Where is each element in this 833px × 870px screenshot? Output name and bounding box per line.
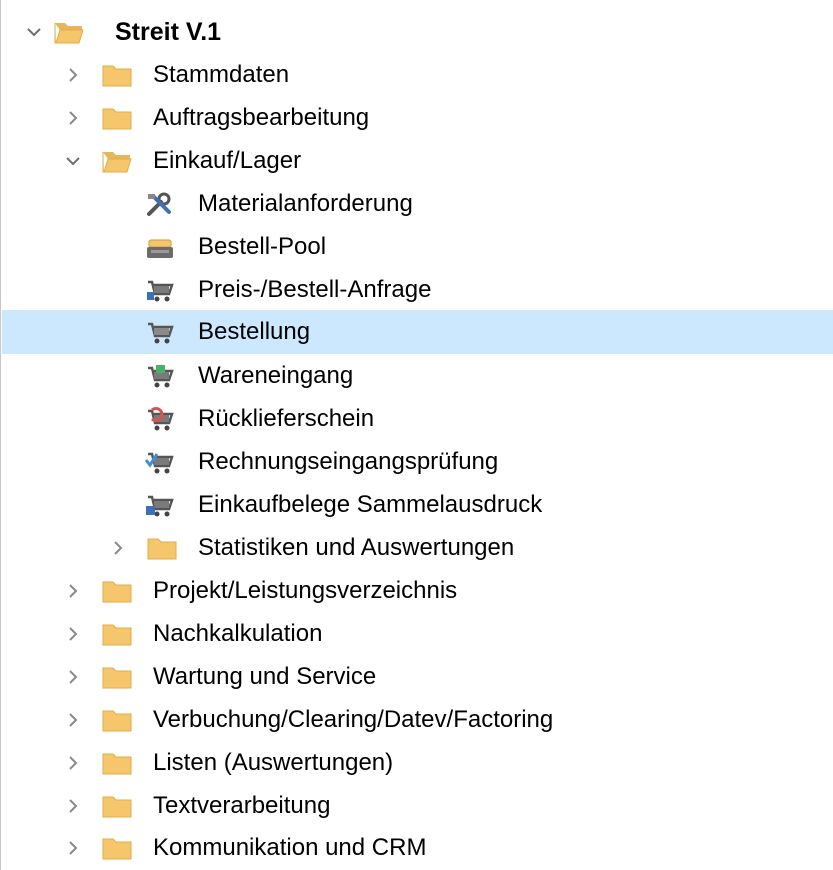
tree-node-rechnungseingangspruefung[interactable]: Rechnungseingangsprüfung	[2, 441, 833, 484]
tree-node-label: Bestellung	[198, 318, 311, 345]
tree-node-stammdaten[interactable]: Stammdaten	[2, 54, 833, 97]
chevron-right-icon[interactable]	[65, 839, 81, 857]
chevron-right-icon[interactable]	[110, 539, 126, 557]
tree-node-materialanforderung[interactable]: Materialanforderung	[2, 183, 833, 226]
tree-node-label: Stammdaten	[153, 61, 290, 88]
cart-red-icon	[145, 407, 175, 433]
folder-icon	[102, 708, 132, 734]
folder-icon	[102, 751, 132, 777]
chevron-right-icon[interactable]	[65, 754, 81, 772]
pool-tray-icon	[145, 235, 175, 261]
tree-node-label: Projekt/Leistungsverzeichnis	[153, 577, 458, 604]
tree-node-statistiken[interactable]: Statistiken und Auswertungen	[2, 527, 833, 570]
tree-node-auftragsbearbeitung[interactable]: Auftragsbearbeitung	[2, 97, 833, 140]
tree-node-ruecklieferschein[interactable]: Rücklieferschein	[2, 398, 833, 441]
tree-node-root[interactable]: Streit V.1	[2, 11, 833, 54]
folder-icon	[102, 622, 132, 648]
tree-node-bestell-pool[interactable]: Bestell-Pool	[2, 226, 833, 269]
tree-node-einkauf-lager[interactable]: Einkauf/Lager	[2, 140, 833, 183]
folder-icon	[102, 665, 132, 691]
tree-view: Streit V.1 Stammdaten Auftragsbearbeitun…	[0, 0, 833, 870]
folder-icon	[102, 794, 132, 820]
chevron-right-icon[interactable]	[65, 66, 81, 84]
tree-node-wareneingang[interactable]: Wareneingang	[2, 355, 833, 398]
tree-node-label: Rechnungseingangsprüfung	[198, 448, 499, 475]
tree-node-label: Wareneingang	[198, 362, 354, 389]
folder-icon	[102, 836, 132, 862]
cart-check-icon	[145, 450, 175, 476]
folder-icon	[102, 579, 132, 605]
folder-icon	[102, 63, 132, 89]
cart-print-icon	[145, 493, 175, 519]
cart-green-icon	[145, 364, 175, 390]
tree-node-label: Kommunikation und CRM	[153, 834, 427, 861]
tree-node-bestellung[interactable]: Bestellung	[2, 310, 833, 354]
tools-icon	[145, 192, 175, 218]
chevron-right-icon[interactable]	[65, 109, 81, 127]
tree-node-wartung[interactable]: Wartung und Service	[2, 656, 833, 699]
chevron-right-icon[interactable]	[65, 582, 81, 600]
folder-open-icon	[102, 149, 132, 175]
tree-node-listen[interactable]: Listen (Auswertungen)	[2, 742, 833, 785]
tree-node-label: Bestell-Pool	[198, 233, 327, 260]
chevron-down-icon[interactable]	[26, 23, 42, 41]
tree-node-kommunikation[interactable]: Kommunikation und CRM	[2, 827, 833, 870]
chevron-down-icon[interactable]	[65, 152, 81, 170]
tree-node-label: Textverarbeitung	[153, 792, 331, 819]
tree-node-label: Verbuchung/Clearing/Datev/Factoring	[153, 706, 554, 733]
tree-node-label: Rücklieferschein	[198, 405, 375, 432]
folder-icon	[102, 106, 132, 132]
tree-node-projekt[interactable]: Projekt/Leistungsverzeichnis	[2, 570, 833, 613]
tree-node-label: Statistiken und Auswertungen	[198, 534, 515, 561]
tree-node-label: Preis-/Bestell-Anfrage	[198, 276, 432, 303]
tree-node-label: Materialanforderung	[198, 190, 413, 217]
chevron-right-icon[interactable]	[65, 668, 81, 686]
tree-node-preis-bestell-anfrage[interactable]: Preis-/Bestell-Anfrage	[2, 269, 833, 312]
tree-node-einkaufbelege-sammelausdruck[interactable]: Einkaufbelege Sammelausdruck	[2, 484, 833, 527]
tree-node-label: Einkauf/Lager	[153, 147, 302, 174]
tree-node-label: Listen (Auswertungen)	[153, 749, 394, 776]
tree-node-label: Nachkalkulation	[153, 620, 323, 647]
tree-node-nachkalkulation[interactable]: Nachkalkulation	[2, 613, 833, 656]
chevron-right-icon[interactable]	[65, 625, 81, 643]
tree-node-label: Auftragsbearbeitung	[153, 104, 370, 131]
chevron-right-icon[interactable]	[65, 797, 81, 815]
chevron-right-icon[interactable]	[65, 711, 81, 729]
tree-node-verbuchung[interactable]: Verbuchung/Clearing/Datev/Factoring	[2, 699, 833, 742]
folder-open-icon	[54, 20, 84, 46]
tree-node-label: Wartung und Service	[153, 663, 377, 690]
tree-node-label: Einkaufbelege Sammelausdruck	[198, 491, 543, 518]
tree-node-label: Streit V.1	[115, 18, 222, 46]
cart-blue-icon	[145, 278, 175, 304]
folder-icon	[147, 536, 177, 562]
tree-node-textverarbeitung[interactable]: Textverarbeitung	[2, 785, 833, 828]
cart-icon	[145, 320, 175, 346]
